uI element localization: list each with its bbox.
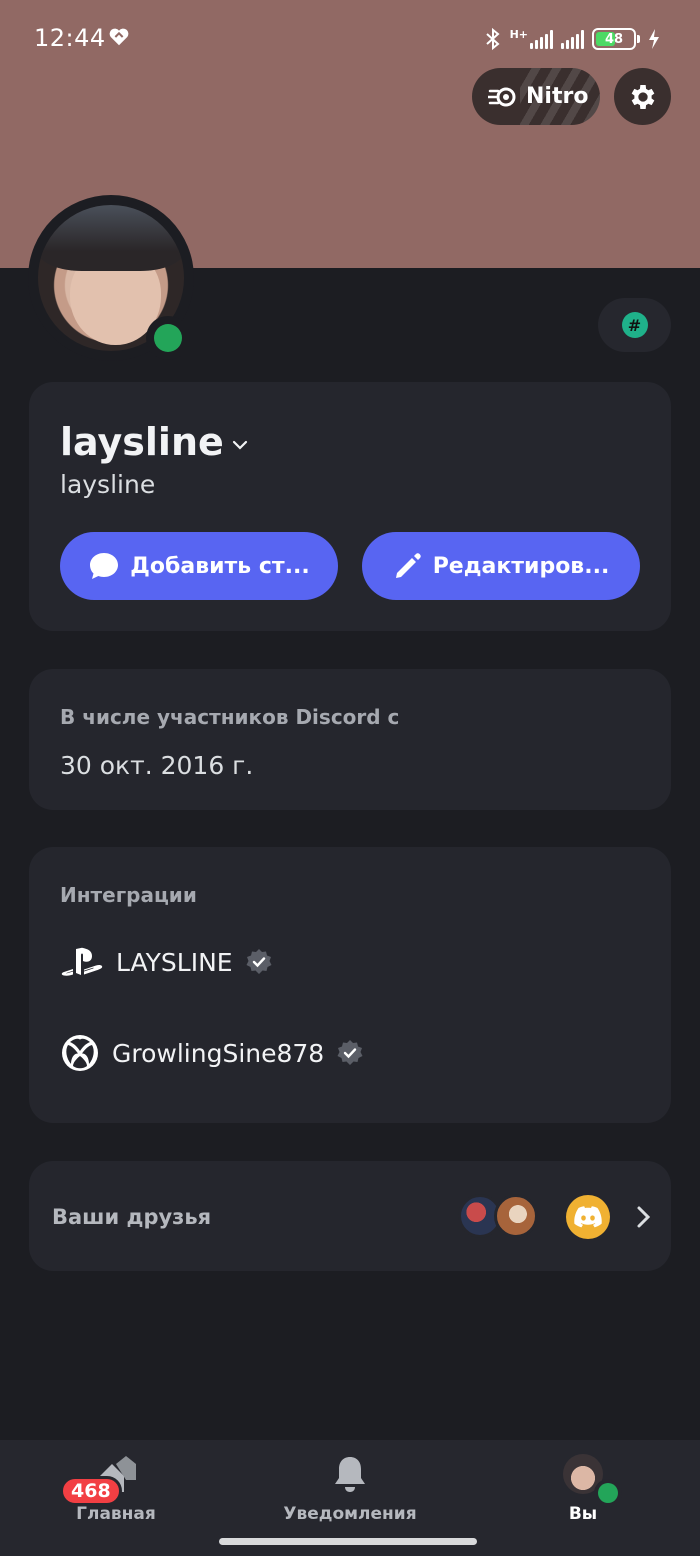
battery-level: 48 [604,31,624,47]
chat-bubble-icon [90,553,119,579]
edit-profile-label: Редактиров... [432,553,610,579]
heart-app-icon [109,28,129,46]
add-status-button[interactable]: Добавить ст... [60,532,338,600]
status-time: 12:44 [34,24,106,52]
nav-home-label: Главная [76,1504,156,1524]
status-icons: H+ 48 [484,25,660,53]
username: laysline [60,470,156,499]
nav-you-label: Вы [568,1504,598,1524]
gear-icon [631,84,654,109]
friend-avatar [494,1194,538,1238]
verified-check-icon [246,949,272,974]
verified-check-icon [337,1040,363,1065]
integration-name: LAYSLINE [116,947,233,977]
integrations-title: Интеграции [60,883,197,907]
friends-card[interactable]: Ваши друзья [29,1161,671,1271]
signal-icon-2 [561,29,584,49]
bluetooth-icon [485,27,500,51]
nav-online-indicator [594,1479,622,1507]
discord-icon [566,1195,610,1239]
integration-name: GrowlingSine878 [112,1038,325,1068]
server-tag-button[interactable]: # [598,298,671,352]
integration-playstation[interactable]: LAYSLINE [60,947,273,977]
chevron-right-icon [637,1206,651,1228]
battery-icon: 48 [592,28,640,50]
profile-card: laysline laysline Добавить ст... Редакти… [29,382,671,631]
pencil-icon [395,553,421,578]
member-since-label: В числе участников Discord с [60,705,400,729]
nitro-label: Nitro [526,84,589,109]
home-indicator[interactable] [219,1538,477,1545]
friends-label: Ваши друзья [52,1205,212,1229]
nitro-button[interactable]: Nitro [472,68,600,125]
nav-notifications-label: Уведомления [283,1504,417,1524]
xbox-icon [62,1035,98,1071]
signal-icon-1 [530,29,553,49]
member-since-date: 30 окт. 2016 г. [60,751,254,780]
nav-notifications[interactable]: Уведомления [275,1454,425,1524]
unread-badge: 468 [60,1476,122,1506]
bell-icon [335,1457,365,1492]
member-since-card: В числе участников Discord с 30 окт. 201… [29,669,671,810]
network-type: H+ [509,27,528,41]
charging-icon [649,29,659,49]
online-status-indicator [146,316,190,360]
integration-xbox[interactable]: GrowlingSine878 [60,1033,364,1073]
chevron-down-icon [232,440,247,450]
nitro-icon [488,87,516,106]
display-name-row[interactable]: laysline [60,420,250,464]
hashtag-icon: # [621,312,648,338]
add-status-label: Добавить ст... [130,553,310,579]
settings-button[interactable] [614,68,671,125]
integrations-card: Интеграции LAYSLINE GrowlingSine878 [29,847,671,1123]
display-name: laysline [60,420,224,464]
playstation-icon [61,947,103,976]
edit-profile-button[interactable]: Редактиров... [362,532,640,600]
